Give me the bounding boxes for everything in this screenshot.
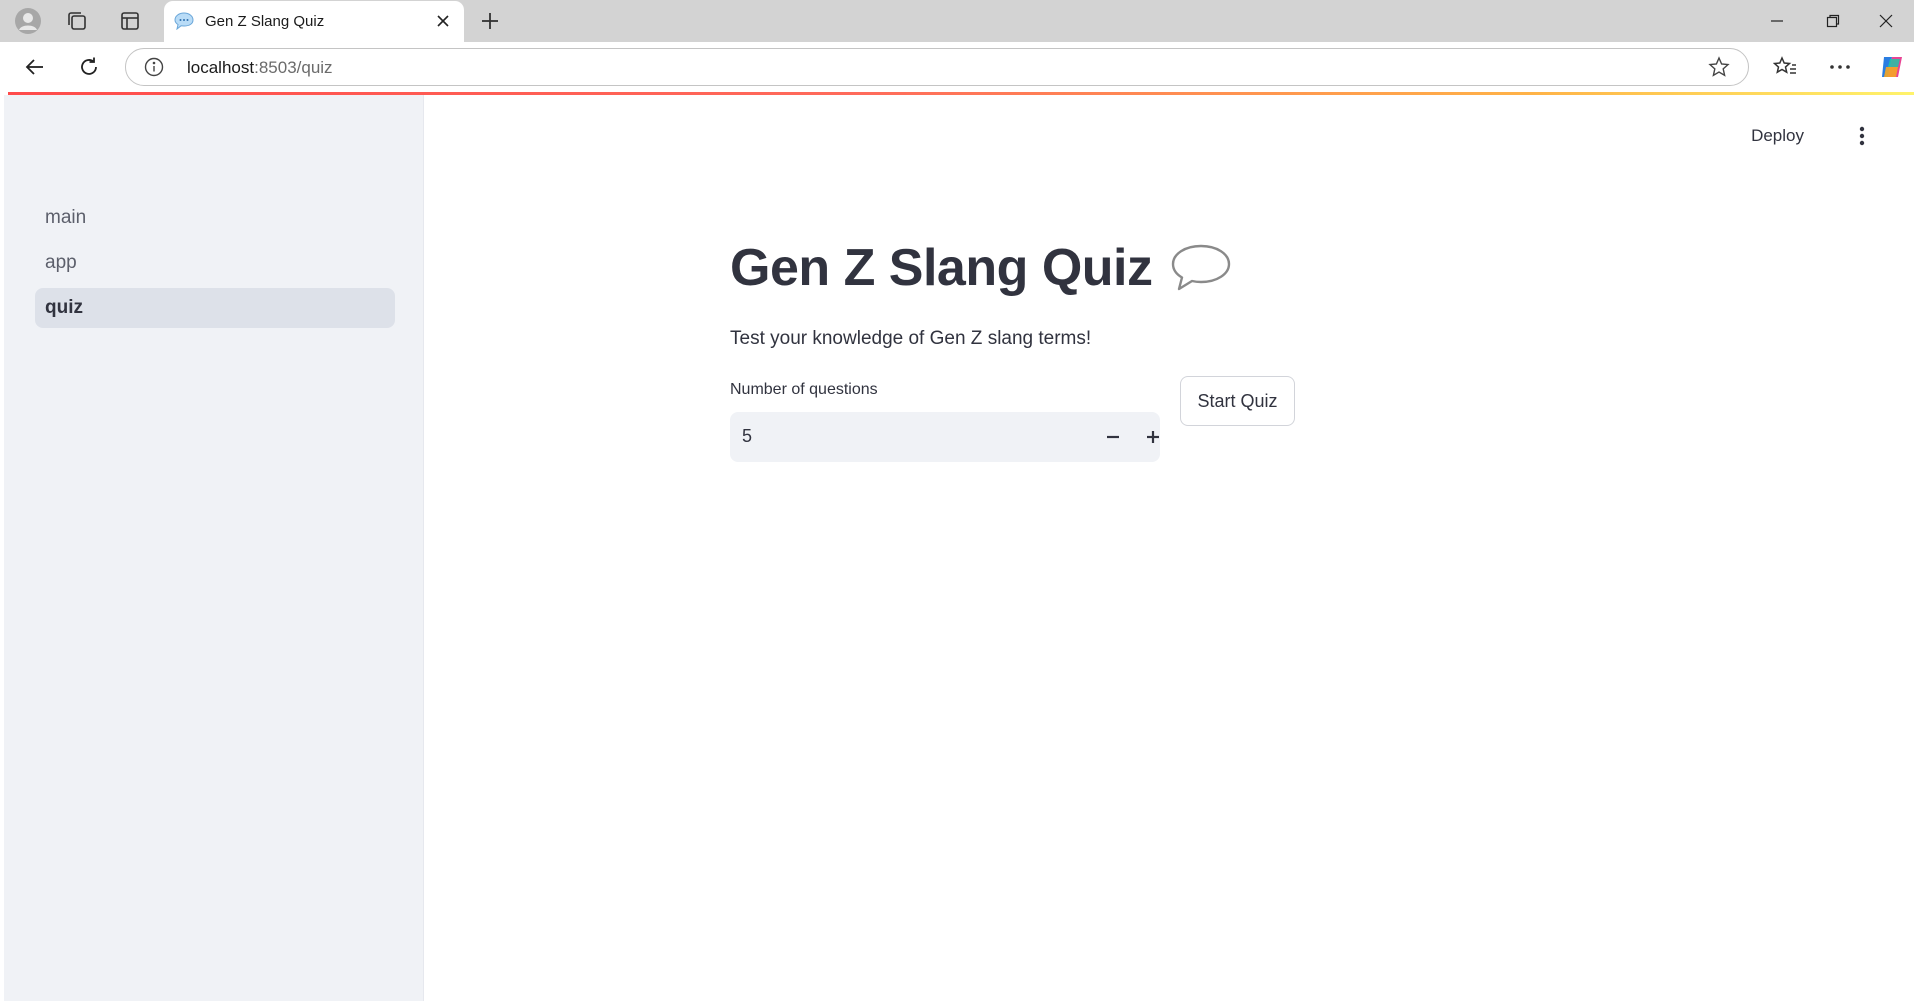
page-subtitle: Test your knowledge of Gen Z slang terms… [730, 328, 1092, 349]
sidebar-item-quiz[interactable]: quiz [35, 288, 395, 328]
minimize-icon[interactable] [1749, 0, 1805, 42]
main-content: Deploy Gen Z Slang Quiz Test your knowle… [425, 95, 1914, 1001]
active-tab[interactable]: Gen Z Slang Quiz [164, 1, 464, 42]
decrement-button[interactable] [1097, 421, 1129, 453]
increment-button[interactable] [1137, 421, 1169, 453]
reload-icon[interactable] [72, 50, 106, 84]
back-arrow-icon[interactable] [18, 50, 52, 84]
title-row: Gen Z Slang Quiz [730, 238, 1232, 298]
deploy-button[interactable]: Deploy [1751, 126, 1804, 146]
sidebar-item-app[interactable]: app [35, 243, 395, 283]
number-input-value[interactable]: 5 [742, 426, 752, 447]
start-quiz-button[interactable]: Start Quiz [1180, 376, 1295, 426]
sidebar: main app quiz [4, 95, 424, 1001]
browser-tab-strip: Gen Z Slang Quiz [0, 0, 1914, 42]
site-info-icon[interactable] [144, 57, 164, 77]
more-options-icon[interactable] [1823, 50, 1857, 84]
page-title: Gen Z Slang Quiz [730, 239, 1153, 297]
tab-title: Gen Z Slang Quiz [205, 13, 325, 30]
number-of-questions-input[interactable]: 5 [730, 412, 1160, 462]
favorite-star-icon[interactable] [1708, 56, 1730, 78]
main-menu-icon[interactable] [1850, 121, 1874, 151]
profile-icon[interactable] [12, 5, 44, 37]
tab-close-icon[interactable] [432, 10, 454, 32]
close-window-icon[interactable] [1858, 0, 1914, 42]
speech-balloon-favicon-icon [174, 12, 194, 30]
url-path: :8503/quiz [254, 58, 333, 77]
speech-balloon-icon [1172, 244, 1231, 291]
collections-icon[interactable] [61, 5, 93, 37]
url-text[interactable]: localhost:8503/quiz [187, 58, 333, 78]
address-bar[interactable]: localhost:8503/quiz [125, 48, 1749, 86]
url-host: localhost [187, 58, 255, 77]
copilot-icon[interactable] [1875, 50, 1909, 84]
browser-toolbar: localhost:8503/quiz [0, 42, 1914, 92]
sidebar-toggle-icon[interactable] [114, 5, 146, 37]
favorites-icon[interactable] [1768, 50, 1802, 84]
sidebar-item-main[interactable]: main [35, 198, 395, 238]
number-of-questions-label: Number of questions [730, 381, 878, 398]
new-tab-icon[interactable] [475, 6, 505, 36]
sidebar-nav: main app quiz [35, 198, 395, 333]
restore-icon[interactable] [1805, 0, 1861, 42]
